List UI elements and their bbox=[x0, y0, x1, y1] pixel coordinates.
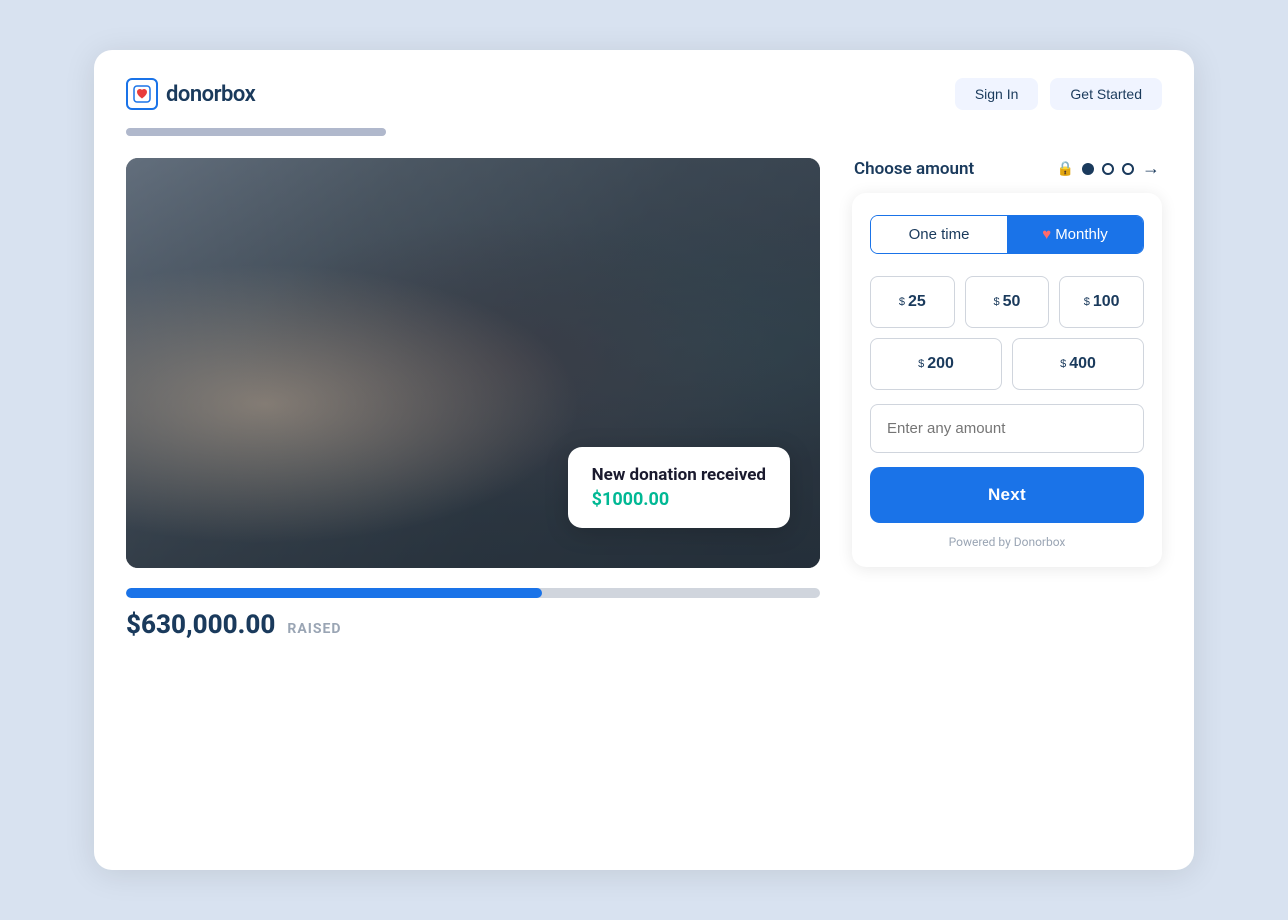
header: donorbox Sign In Get Started bbox=[126, 78, 1162, 110]
amount-button-50[interactable]: $50 bbox=[965, 276, 1050, 328]
next-button[interactable]: Next bbox=[870, 467, 1144, 523]
step-dot-3 bbox=[1122, 163, 1134, 175]
raised-amount: $630,000.00 bbox=[126, 610, 275, 640]
progress-bar-wrap bbox=[126, 588, 820, 598]
next-step-arrow[interactable]: → bbox=[1142, 158, 1160, 179]
raised-info: $630,000.00 RAISED bbox=[126, 610, 820, 640]
custom-amount-input[interactable] bbox=[870, 404, 1144, 453]
notification-amount: $1000.00 bbox=[592, 489, 766, 510]
logo-text: donorbox bbox=[166, 82, 255, 107]
progress-bar-fill bbox=[126, 588, 542, 598]
sign-in-button[interactable]: Sign In bbox=[955, 78, 1039, 110]
amount-button-25[interactable]: $25 bbox=[870, 276, 955, 328]
choose-amount-header: Choose amount 🔒 → bbox=[852, 158, 1162, 179]
campaign-image-wrap: New donation received $1000.00 bbox=[126, 158, 820, 568]
amount-button-100[interactable]: $100 bbox=[1059, 276, 1144, 328]
amount-grid-row2: $200 $400 bbox=[870, 338, 1144, 390]
main-content: New donation received $1000.00 $630,000.… bbox=[126, 158, 1162, 640]
notification-title: New donation received bbox=[592, 465, 766, 485]
raised-label: RAISED bbox=[287, 621, 341, 637]
logo-icon bbox=[126, 78, 158, 110]
header-right: Sign In Get Started bbox=[955, 78, 1162, 110]
frequency-toggle: One time ♥Monthly bbox=[870, 215, 1144, 254]
choose-amount-title: Choose amount bbox=[854, 159, 974, 179]
amount-button-400[interactable]: $400 bbox=[1012, 338, 1144, 390]
heart-icon: ♥ bbox=[1042, 226, 1051, 243]
notification-popup: New donation received $1000.00 bbox=[568, 447, 790, 528]
step-dot-1 bbox=[1082, 163, 1094, 175]
progress-section: $630,000.00 RAISED bbox=[126, 588, 820, 640]
monthly-button[interactable]: ♥Monthly bbox=[1007, 216, 1143, 253]
step-indicators: 🔒 → bbox=[1057, 158, 1160, 179]
donation-card: One time ♥Monthly $25 $50 $100 $200 $400 bbox=[852, 193, 1162, 567]
top-progress-bar bbox=[126, 128, 386, 136]
logo: donorbox bbox=[126, 78, 255, 110]
top-progress-fill bbox=[126, 128, 386, 136]
get-started-button[interactable]: Get Started bbox=[1050, 78, 1162, 110]
left-section: New donation received $1000.00 $630,000.… bbox=[126, 158, 820, 640]
amount-grid-row1: $25 $50 $100 bbox=[870, 276, 1144, 328]
one-time-button[interactable]: One time bbox=[871, 216, 1007, 253]
main-card: donorbox Sign In Get Started New donatio… bbox=[94, 50, 1194, 870]
lock-icon: 🔒 bbox=[1057, 161, 1074, 177]
amount-button-200[interactable]: $200 bbox=[870, 338, 1002, 390]
step-dot-2 bbox=[1102, 163, 1114, 175]
powered-by: Powered by Donorbox bbox=[870, 535, 1144, 549]
donation-panel: Choose amount 🔒 → One time ♥Monthly bbox=[852, 158, 1162, 567]
